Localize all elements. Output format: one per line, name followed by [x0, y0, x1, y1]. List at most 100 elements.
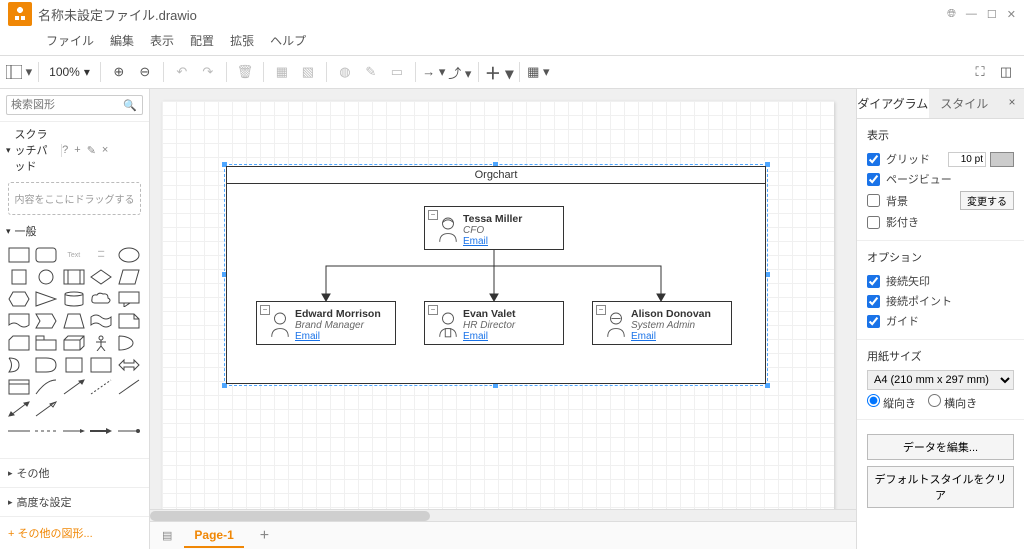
shape-doublearrow[interactable]: [118, 357, 140, 373]
to-back-icon[interactable]: ▧: [296, 60, 320, 84]
tree-toggle-icon[interactable]: −: [596, 305, 606, 315]
edit-data-button[interactable]: データを編集...: [867, 434, 1014, 460]
grid-color-swatch[interactable]: [990, 152, 1014, 167]
shape-roundrect[interactable]: [35, 247, 57, 263]
to-front-icon[interactable]: ▦: [270, 60, 294, 84]
close-icon[interactable]: ✕: [1007, 8, 1016, 21]
menu-help[interactable]: ヘルプ: [264, 30, 312, 51]
section-other[interactable]: ▸その他: [0, 458, 149, 487]
zoom-in-icon[interactable]: ⊕: [107, 60, 131, 84]
shape-rect[interactable]: [8, 247, 30, 263]
menu-edit[interactable]: 編集: [104, 30, 140, 51]
shape-diamond[interactable]: [90, 269, 112, 285]
insert-icon[interactable]: ＋ ▾: [485, 60, 513, 84]
shape-cube[interactable]: [63, 335, 85, 351]
scratchpad-label[interactable]: スクラッチパッド: [15, 126, 58, 174]
shape-step[interactable]: [35, 313, 57, 329]
shadow-checkbox[interactable]: [867, 216, 880, 229]
background-checkbox[interactable]: [867, 194, 880, 207]
globe-icon[interactable]: 🌐︎: [947, 8, 956, 21]
node-evan[interactable]: − Evan Valet HR Director Email: [424, 301, 564, 345]
view-mode-button[interactable]: ▾: [6, 60, 32, 84]
maximize-icon[interactable]: ☐: [987, 8, 997, 21]
shape-halfcircle[interactable]: [118, 335, 140, 351]
canvas[interactable]: Orgchart − Tessa Miller CFO Email: [150, 89, 856, 509]
menu-file[interactable]: ファイル: [40, 30, 100, 51]
shape-document[interactable]: [8, 313, 30, 329]
pages-icon[interactable]: ▤: [156, 529, 178, 542]
linestyle-2[interactable]: [35, 425, 57, 433]
close-panel-icon[interactable]: ×: [1000, 89, 1024, 118]
shape-or[interactable]: [8, 357, 30, 373]
shape-cylinder[interactable]: [63, 291, 85, 307]
close-scratch-icon[interactable]: ×: [102, 144, 108, 157]
menu-arrange[interactable]: 配置: [184, 30, 220, 51]
waypoint-icon[interactable]: ⤴ ▾: [448, 60, 472, 84]
shape-directional[interactable]: [35, 401, 57, 417]
horizontal-scrollbar[interactable]: [150, 509, 856, 521]
shape-note[interactable]: [118, 313, 140, 329]
format-panel-icon[interactable]: ◫: [994, 60, 1018, 84]
guides-checkbox[interactable]: [867, 315, 880, 328]
shape-cloud[interactable]: [90, 291, 112, 307]
fullscreen-icon[interactable]: ⛶: [968, 60, 992, 84]
redo-icon[interactable]: ↷: [196, 60, 220, 84]
shape-arrow[interactable]: [63, 379, 85, 395]
search-icon[interactable]: 🔍: [123, 99, 137, 112]
shape-actor[interactable]: [90, 335, 112, 351]
help-icon[interactable]: ?: [62, 144, 68, 157]
shape-tabs[interactable]: [35, 335, 57, 351]
table-icon[interactable]: ▦ ▾: [526, 60, 550, 84]
shape-process[interactable]: [63, 269, 85, 285]
shape-dashed[interactable]: [90, 379, 112, 395]
zoom-level[interactable]: 100% ▾: [45, 65, 94, 79]
grid-checkbox[interactable]: [867, 153, 880, 166]
tab-style[interactable]: スタイル: [929, 89, 1001, 118]
shape-line[interactable]: [118, 379, 140, 395]
email-link[interactable]: Email: [463, 331, 516, 342]
general-label[interactable]: 一般: [15, 223, 37, 239]
linestyle-4[interactable]: [90, 425, 112, 433]
landscape-radio[interactable]: [928, 394, 941, 407]
menu-extras[interactable]: 拡張: [224, 30, 260, 51]
points-checkbox[interactable]: [867, 295, 880, 308]
add-page-icon[interactable]: +: [250, 523, 279, 549]
change-bg-button[interactable]: 変更する: [960, 191, 1014, 210]
shadow-icon[interactable]: ▭: [385, 60, 409, 84]
shape-tape[interactable]: [90, 313, 112, 329]
clear-style-button[interactable]: デフォルトスタイルをクリア: [867, 466, 1014, 508]
node-alison[interactable]: − Alison Donovan System Admin Email: [592, 301, 732, 345]
minimize-icon[interactable]: —: [966, 8, 977, 21]
shape-callout[interactable]: [118, 291, 140, 307]
shape-hexagon[interactable]: [8, 291, 30, 307]
shape-internal[interactable]: [8, 379, 30, 395]
pageview-checkbox[interactable]: [867, 173, 880, 186]
shape-parallelogram[interactable]: [118, 269, 140, 285]
grid-size-input[interactable]: [948, 152, 986, 167]
shape-ellipse[interactable]: [118, 247, 140, 263]
shape-datastore[interactable]: [63, 357, 85, 373]
section-advanced[interactable]: ▸高度な設定: [0, 487, 149, 516]
page-tab[interactable]: Page-1: [184, 524, 243, 548]
tree-toggle-icon[interactable]: −: [260, 305, 270, 315]
shape-curve[interactable]: [35, 379, 57, 395]
arrows-checkbox[interactable]: [867, 275, 880, 288]
linestyle-1[interactable]: [8, 425, 30, 433]
shape-textbox[interactable]: ━━━━: [90, 247, 112, 263]
menu-view[interactable]: 表示: [144, 30, 180, 51]
fill-icon[interactable]: ◍: [333, 60, 357, 84]
shape-and[interactable]: [35, 357, 57, 373]
connection-icon[interactable]: → ▾: [422, 60, 446, 84]
shape-square[interactable]: [8, 269, 30, 285]
edit-scratch-icon[interactable]: ✎: [87, 144, 96, 157]
linestyle-3[interactable]: [63, 425, 85, 433]
papersize-select[interactable]: A4 (210 mm x 297 mm): [867, 370, 1014, 390]
shape-triangle[interactable]: [35, 291, 57, 307]
zoom-out-icon[interactable]: ⊖: [133, 60, 157, 84]
node-edward[interactable]: − Edward Morrison Brand Manager Email: [256, 301, 396, 345]
shape-circle[interactable]: [35, 269, 57, 285]
shape-trapezoid[interactable]: [63, 313, 85, 329]
shape-container[interactable]: [90, 357, 112, 373]
more-shapes[interactable]: + その他の図形...: [0, 516, 149, 549]
email-link[interactable]: Email: [631, 331, 711, 342]
